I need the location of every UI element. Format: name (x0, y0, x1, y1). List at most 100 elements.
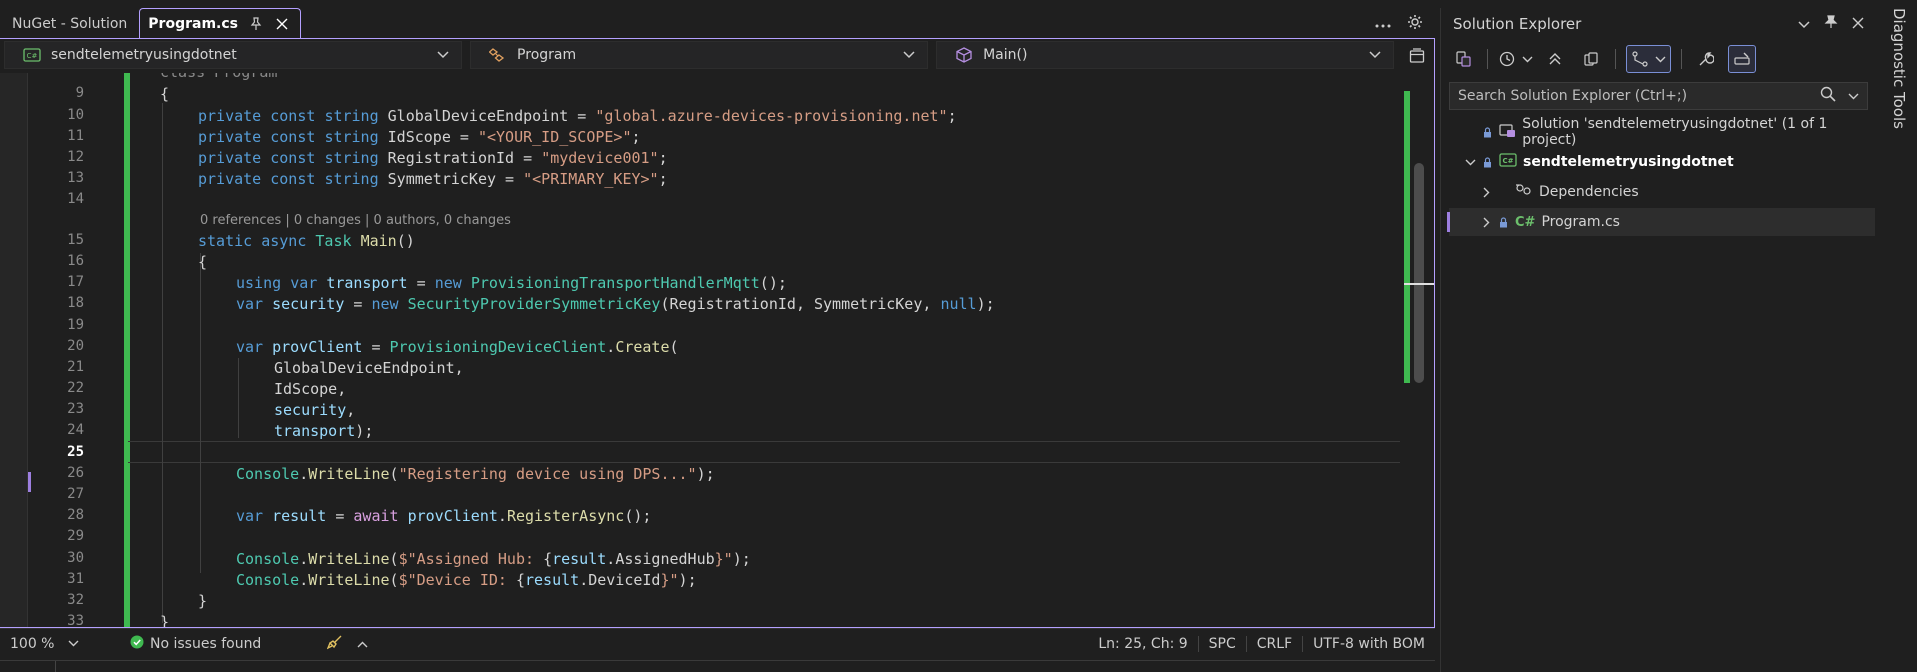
cursor-position[interactable]: Ln: 25, Ch: 9 (1088, 635, 1199, 652)
code-line: Console.WriteLine("Registering device us… (236, 465, 715, 483)
show-all-files-button[interactable] (1577, 45, 1605, 73)
pending-changes-filter-button[interactable] (1498, 45, 1533, 73)
identifier: AssignedHub (615, 550, 715, 568)
zoom-level: 100 % (10, 635, 55, 652)
code-lens[interactable]: 0 references | 0 changes | 0 authors, 0 … (200, 213, 511, 228)
line-number-gutter: 9 10 11 12 13 14 15 16 17 18 19 20 21 22… (0, 73, 130, 629)
punct: ; (631, 128, 641, 146)
identifier: GlobalDeviceEndpoint (274, 359, 455, 377)
chevron-right-icon[interactable] (1479, 217, 1493, 228)
line-number: 26 (67, 465, 84, 481)
toolbar-separator (1487, 49, 1488, 69)
line-number: 15 (67, 232, 84, 248)
csharp-project-icon: C# (23, 48, 41, 62)
preview-selected-items-button[interactable] (1728, 45, 1756, 73)
punct: = (362, 338, 390, 356)
keyword: const (270, 128, 316, 146)
line-number: 11 (67, 128, 84, 144)
keyword: static (198, 232, 253, 250)
chevron-down-icon (1522, 56, 1533, 62)
indentation-mode[interactable]: SPC (1199, 635, 1247, 652)
csharp-file-icon: C# (1515, 214, 1536, 230)
preview-icon (1734, 52, 1750, 65)
string-literal: "global.azure-devices-provisioning.net" (595, 107, 948, 125)
punct: () (396, 232, 415, 250)
issues-indicator[interactable]: No issues found (120, 635, 271, 653)
line-number: 29 (67, 528, 84, 544)
side-tab-label: Diagnostic Tools (1890, 8, 1908, 129)
file-encoding[interactable]: UTF-8 with BOM (1303, 636, 1435, 652)
line-number: 12 (67, 149, 84, 165)
code-line: Console.WriteLine($"Device ID: {result.D… (236, 571, 697, 589)
punct: = (514, 149, 542, 167)
properties-button[interactable] (1692, 45, 1720, 73)
punct: = (450, 128, 478, 146)
line-ending-mode[interactable]: CRLF (1247, 635, 1304, 652)
line-number: 22 (67, 380, 84, 396)
scrollbar-thumb[interactable] (1414, 163, 1424, 383)
line-number: 27 (67, 486, 84, 502)
identifier: SymmetricKey (387, 170, 497, 188)
member-dropdown[interactable]: Main() (936, 41, 1395, 69)
code-line: { (160, 85, 169, 103)
identifier: RegistrationId (387, 149, 515, 167)
type-name: Program (517, 47, 577, 63)
chevron-up-icon[interactable] (357, 636, 368, 652)
panel-title: Solution Explorer (1453, 15, 1582, 33)
vertical-scrollbar[interactable] (1404, 73, 1434, 627)
keyword: const (270, 170, 316, 188)
collapse-all-icon (1549, 53, 1561, 65)
chevron-down-icon[interactable] (1848, 88, 1859, 104)
project-dropdown[interactable]: C# sendtelemetryusingdotnet (4, 41, 463, 69)
keyword: new (371, 295, 399, 313)
search-icon[interactable] (1820, 86, 1836, 106)
tree-item-program-cs[interactable]: C# Program.cs (1447, 208, 1875, 236)
line-number: 14 (67, 191, 84, 207)
tab-nuget-solution[interactable]: NuGet - Solution (0, 8, 139, 39)
keyword: const (270, 107, 316, 125)
type-dropdown[interactable]: Program (470, 41, 929, 69)
close-icon[interactable] (274, 16, 290, 32)
tab-program-cs[interactable]: Program.cs (139, 8, 301, 39)
collapse-all-button[interactable] (1541, 45, 1569, 73)
chevron-right-icon[interactable] (1479, 187, 1493, 198)
switch-views-button[interactable] (1449, 45, 1477, 73)
code-line: } (198, 592, 207, 610)
diagnostic-tools-side-tab[interactable]: Diagnostic Tools (1876, 0, 1917, 672)
chevron-down-icon (903, 47, 915, 63)
code-cleanup-button[interactable] (317, 634, 378, 654)
code-line: private const string IdScope = "<YOUR_ID… (198, 128, 641, 146)
keyword: using (236, 274, 282, 292)
local-variable: provClient (272, 338, 363, 356)
gear-icon[interactable] (1407, 14, 1423, 34)
tree-item-project[interactable]: C# sendtelemetryusingdotnet (1449, 148, 1875, 176)
tree-item-dependencies[interactable]: Dependencies (1449, 178, 1875, 206)
type-name: ProvisioningDeviceClient (389, 338, 607, 356)
keyword: private (198, 107, 262, 125)
type-name: Console (236, 571, 300, 589)
close-icon[interactable] (1852, 15, 1864, 33)
solution-explorer-search-input[interactable]: Search Solution Explorer (Ctrl+;) (1449, 82, 1868, 110)
svg-text:C#: C# (27, 52, 38, 60)
chevron-down-icon[interactable] (1798, 15, 1810, 33)
identifier: DeviceId (588, 571, 661, 589)
bottom-tab-stub (0, 661, 56, 672)
sync-with-active-document-button[interactable] (1626, 45, 1671, 73)
line-number: 19 (67, 317, 84, 333)
split-editor-icon[interactable] (1402, 41, 1432, 71)
keyword: async (261, 232, 307, 250)
pin-icon[interactable] (1824, 15, 1838, 33)
zoom-dropdown[interactable]: 100 % (0, 636, 100, 652)
keyword: private (198, 128, 262, 146)
line-number: 31 (67, 571, 84, 587)
chevron-down-icon[interactable] (1463, 159, 1477, 166)
tree-item-solution[interactable]: Solution 'sendtelemetryusingdotnet' (1 o… (1449, 116, 1875, 148)
code-text-area[interactable]: class Program { private const string Glo… (128, 73, 1400, 627)
pin-icon[interactable] (248, 16, 264, 32)
csharp-project-icon: C# (1499, 153, 1517, 171)
solution-explorer-toolbar (1441, 40, 1876, 78)
more-options-icon[interactable] (1375, 16, 1391, 32)
punct: { (160, 85, 170, 103)
partial-class-text: class Program (160, 73, 277, 81)
line-number: 28 (67, 507, 84, 523)
